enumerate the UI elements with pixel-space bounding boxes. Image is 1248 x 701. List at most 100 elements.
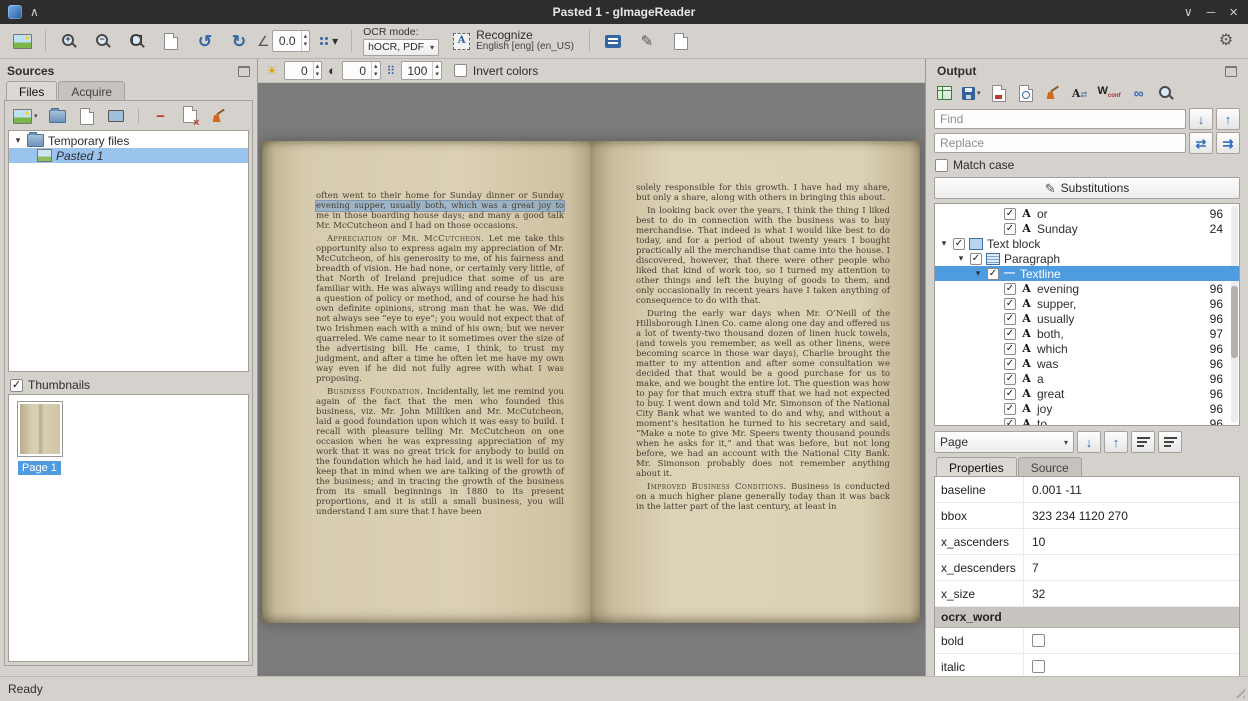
tab-properties[interactable]: Properties (936, 457, 1017, 477)
tree-row-which[interactable]: ✓Awhich96 (935, 341, 1239, 356)
item-checkbox[interactable]: ✓ (1004, 313, 1016, 325)
open-folder-button[interactable] (46, 106, 70, 126)
replace-input[interactable] (934, 133, 1186, 153)
item-checkbox[interactable]: ✓ (970, 253, 982, 265)
collapse-all-button[interactable] (1158, 431, 1182, 453)
paste-button[interactable] (75, 106, 99, 126)
item-checkbox[interactable]: ✓ (1004, 343, 1016, 355)
rotate-right-button[interactable]: ↻ (223, 27, 255, 55)
item-checkbox[interactable]: ✓ (987, 268, 999, 280)
tree-row-both-[interactable]: ✓Aboth,97 (935, 326, 1239, 341)
spin-down-icon[interactable]: ▾ (433, 71, 441, 79)
expander-icon[interactable]: ▾ (939, 238, 949, 249)
preview-button[interactable] (1016, 83, 1036, 103)
spin-up-icon[interactable]: ▴ (302, 33, 310, 41)
titlebar[interactable]: ∧ Pasted 1 - gImageReader ∨ ─ × (0, 0, 1248, 24)
item-checkbox[interactable]: ✓ (1004, 418, 1016, 427)
tree-row-sunday[interactable]: ✓ASunday24 (935, 221, 1239, 236)
clear-sources-button[interactable] (207, 106, 231, 126)
page-filter-select[interactable]: Page ▾ (934, 431, 1074, 453)
recognize-button[interactable]: A Recognize English [eng] (en_US) (445, 27, 582, 55)
tab-source[interactable]: Source (1018, 457, 1082, 477)
thumbnail-page-label[interactable]: Page 1 (18, 461, 61, 475)
find-replace-toggle-button[interactable]: A⇄ (1070, 83, 1090, 103)
item-checkbox[interactable]: ✓ (1004, 283, 1016, 295)
rotate-left-button[interactable]: ↺ (189, 27, 221, 55)
replace-button[interactable]: ⇄ (1189, 132, 1213, 154)
tree-row-great[interactable]: ✓Agreat96 (935, 386, 1239, 401)
invert-colors-checkbox[interactable] (454, 64, 467, 77)
item-checkbox[interactable]: ✓ (953, 238, 965, 250)
tree-row-text-block[interactable]: ▾✓Text block (935, 236, 1239, 251)
rotation-spinbox[interactable]: 0.0 ▴▾ (272, 30, 311, 52)
tree-row-supper-[interactable]: ✓Asupper,96 (935, 296, 1239, 311)
item-checkbox[interactable]: ✓ (1004, 358, 1016, 370)
find-next-button[interactable]: ↓ (1189, 108, 1213, 130)
italic-checkbox[interactable] (1032, 660, 1045, 673)
expander-icon[interactable]: ▾ (973, 268, 983, 279)
tree-row-a[interactable]: ✓Aa96 (935, 371, 1239, 386)
replace-all-button[interactable]: ⇉ (1216, 132, 1240, 154)
remove-source-button[interactable]: − (149, 106, 173, 126)
property-value-x_descenders[interactable]: 7 (1024, 555, 1239, 580)
zoom-original-button[interactable] (155, 27, 187, 55)
expander-icon[interactable]: ▾ (13, 135, 23, 146)
tree-row-to[interactable]: ✓Ato96 (935, 416, 1239, 426)
substitutions-button[interactable]: ✎ Substitutions (934, 177, 1240, 199)
sources-tree[interactable]: ▾ Temporary files Pasted 1 (8, 130, 249, 372)
navigate-next-button[interactable]: ↓ (1077, 431, 1101, 453)
tab-files[interactable]: Files (6, 81, 57, 101)
item-checkbox[interactable]: ✓ (1004, 388, 1016, 400)
spin-up-icon[interactable]: ▴ (433, 63, 441, 71)
tree-row-textline[interactable]: ▾✓—Textline (935, 266, 1239, 281)
item-checkbox[interactable]: ✓ (1004, 223, 1016, 235)
thumbnails-checkbox[interactable]: ✓ (10, 379, 23, 392)
resolution-spinbox[interactable]: 100 ▴▾ (401, 61, 442, 80)
add-images-button[interactable]: ▾ (10, 106, 41, 126)
spin-up-icon[interactable]: ▴ (314, 63, 322, 71)
screenshot-button[interactable] (104, 106, 128, 126)
item-checkbox[interactable]: ✓ (1004, 208, 1016, 220)
resize-grip[interactable] (1232, 685, 1245, 698)
item-checkbox[interactable]: ✓ (1004, 373, 1016, 385)
detach-panel-icon[interactable] (1225, 66, 1237, 77)
property-value-baseline[interactable]: 0.001 -11 (1024, 477, 1239, 502)
tree-row-or[interactable]: ✓Aor96 (935, 206, 1239, 221)
ocr-mode-select[interactable]: hOCR, PDF ▾ (363, 39, 439, 56)
keep-above-icon[interactable]: ∧ (30, 6, 39, 18)
navigate-prev-button[interactable]: ↑ (1104, 431, 1128, 453)
page-thumbnail[interactable] (17, 401, 63, 457)
search-output-button[interactable] (1156, 83, 1176, 103)
close-icon[interactable]: × (1229, 5, 1238, 20)
preview-lock-button[interactable]: ∞ (1129, 83, 1149, 103)
zoom-fit-button[interactable] (121, 27, 153, 55)
detach-panel-icon[interactable] (238, 66, 250, 77)
export-pdf-button[interactable] (989, 83, 1009, 103)
bold-checkbox[interactable] (1032, 634, 1045, 647)
match-case-checkbox[interactable] (935, 159, 948, 172)
tree-row-paragraph[interactable]: ▾✓Paragraph (935, 251, 1239, 266)
item-checkbox[interactable]: ✓ (1004, 298, 1016, 310)
spin-down-icon[interactable]: ▾ (314, 71, 322, 79)
delete-source-button[interactable]: × (178, 106, 202, 126)
spin-down-icon[interactable]: ▾ (372, 71, 380, 79)
item-checkbox[interactable]: ✓ (1004, 403, 1016, 415)
edit-mode-button[interactable]: ✎ (631, 27, 663, 55)
property-value-bbox[interactable]: 323 234 1120 270 (1024, 503, 1239, 528)
settings-button[interactable]: ⚙ (1210, 27, 1242, 55)
item-checkbox[interactable]: ✓ (1004, 328, 1016, 340)
tree-row-pasted-1[interactable]: Pasted 1 (9, 148, 248, 163)
save-output-button[interactable]: ▾ (961, 83, 982, 103)
word-confidence-button[interactable]: Wconf (1097, 83, 1122, 103)
toggle-output-pane-button[interactable] (597, 27, 629, 55)
tree-row-joy[interactable]: ✓Ajoy96 (935, 401, 1239, 416)
tree-row-was[interactable]: ✓Awas96 (935, 356, 1239, 371)
zoom-in-button[interactable]: + (53, 27, 85, 55)
tree-row-usually[interactable]: ✓Ausually96 (935, 311, 1239, 326)
tree-row-temporary-files[interactable]: ▾ Temporary files (9, 133, 248, 148)
shade-window-icon[interactable]: ∨ (1184, 6, 1193, 18)
find-prev-button[interactable]: ↑ (1216, 108, 1240, 130)
property-value-x_ascenders[interactable]: 10 (1024, 529, 1239, 554)
minimize-icon[interactable]: ─ (1207, 6, 1216, 18)
brightness-spinbox[interactable]: 0 ▴▾ (284, 61, 323, 80)
